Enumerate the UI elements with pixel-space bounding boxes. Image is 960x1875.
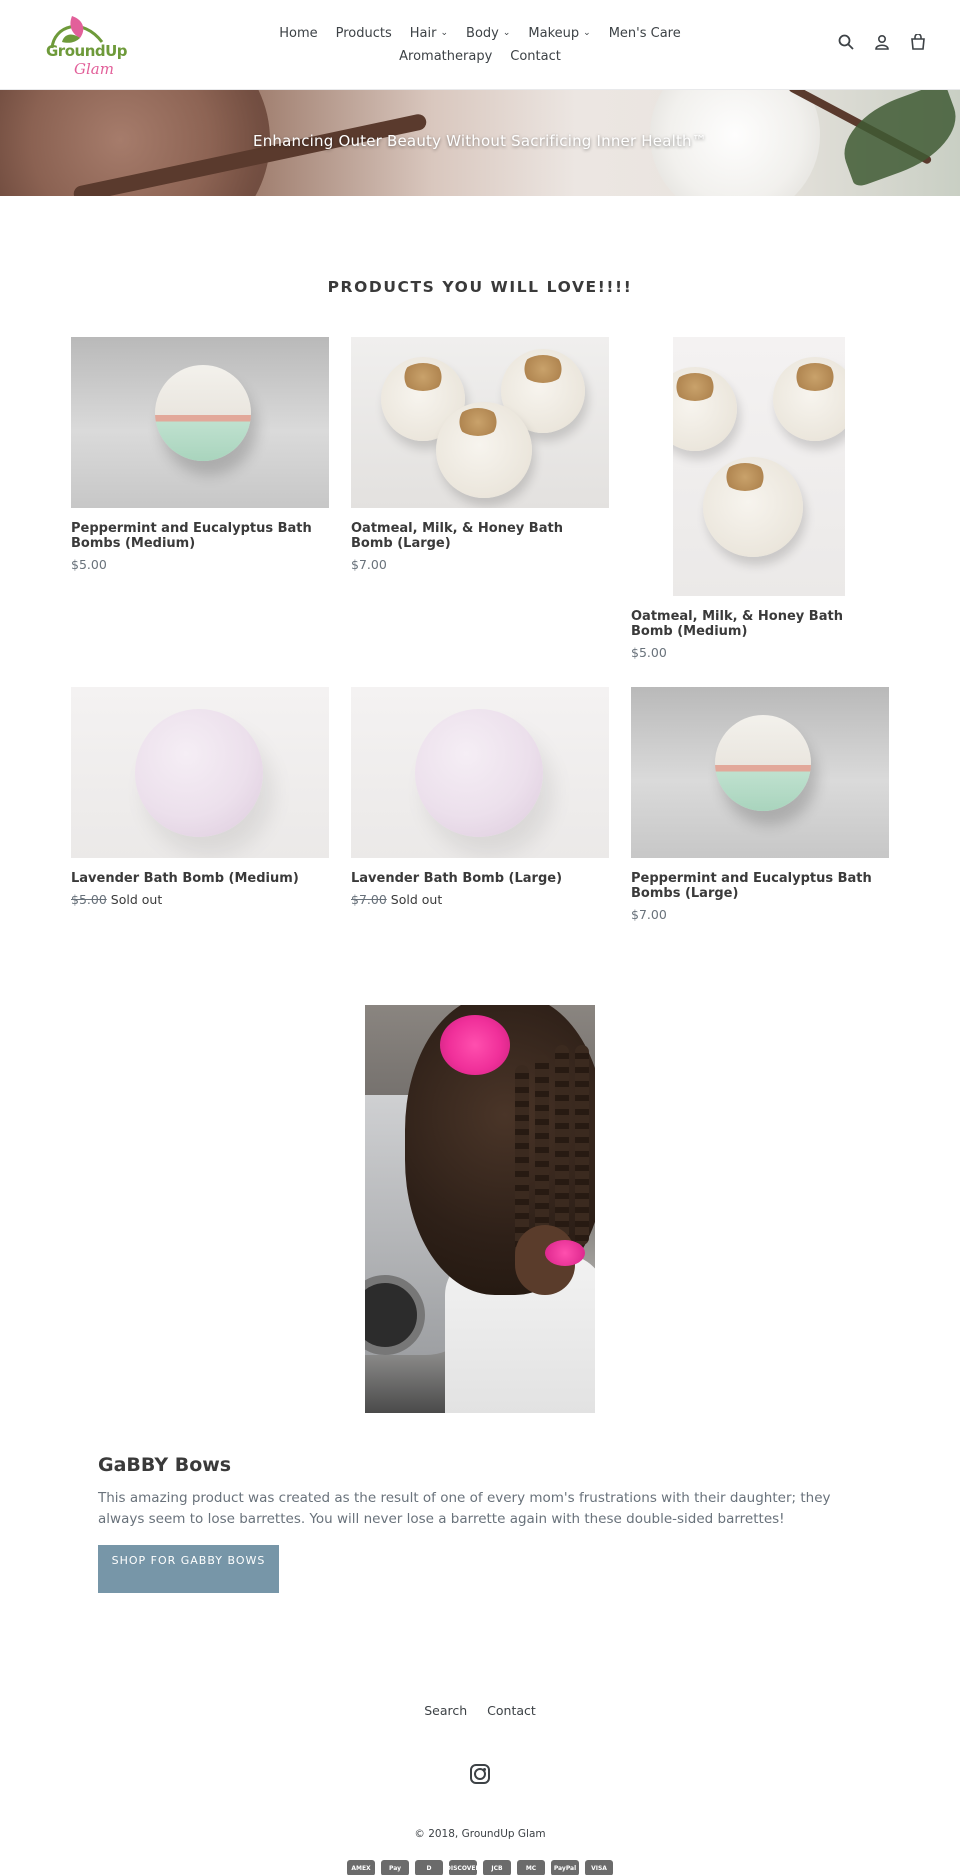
bath-bomb-image	[155, 365, 251, 461]
product-image[interactable]	[71, 687, 329, 858]
hero-tagline: Enhancing Outer Beauty Without Sacrifici…	[253, 132, 707, 150]
product-card[interactable]: Oatmeal, Milk, & Honey Bath Bomb (Large)…	[351, 337, 609, 572]
price-value: $5.00	[71, 557, 107, 572]
nav-item-makeup[interactable]: Makeup ⌄	[528, 22, 590, 45]
instagram-icon[interactable]	[470, 1764, 490, 1784]
nav-label: Hair	[409, 26, 437, 41]
site-header: GroundUp Glam Home Products Hair ⌄ Body ⌄ …	[0, 0, 960, 90]
product-price: $7.00 Sold out	[351, 892, 609, 907]
product-image[interactable]	[351, 687, 609, 858]
section-title: PRODUCTS YOU WILL LOVE!!!!	[327, 278, 633, 296]
bath-bomb-image	[773, 357, 845, 441]
product-card[interactable]: Lavender Bath Bomb (Medium) $5.00 Sold ou…	[71, 687, 329, 907]
diners-club-icon: D	[415, 1860, 443, 1875]
footer-nav: Search Contact	[0, 1703, 960, 1718]
nav-label: Makeup	[528, 26, 580, 41]
nav-item-contact[interactable]: Contact	[510, 45, 561, 68]
nav-item-aromatherapy[interactable]: Aromatherapy	[399, 45, 492, 68]
product-title[interactable]: Oatmeal, Milk, & Honey Bath Bomb (Large)	[351, 521, 609, 551]
compare-price: $5.00	[71, 892, 107, 907]
product-card[interactable]: Peppermint and Eucalyptus Bath Bombs (Me…	[71, 337, 329, 572]
price-value: $5.00	[631, 645, 667, 660]
product-title[interactable]: Oatmeal, Milk, & Honey Bath Bomb (Medium…	[631, 609, 889, 639]
bath-bomb-image	[715, 715, 811, 811]
site-logo[interactable]: GroundUp Glam	[42, 12, 128, 78]
feature-image	[365, 1005, 595, 1413]
account-icon[interactable]	[872, 32, 892, 52]
mastercard-icon: MC	[517, 1860, 545, 1875]
product-title[interactable]: Lavender Bath Bomb (Large)	[351, 871, 609, 886]
product-card[interactable]: Oatmeal, Milk, & Honey Bath Bomb (Medium…	[631, 337, 889, 660]
nav-item-mens-care[interactable]: Men's Care	[609, 22, 681, 45]
nav-label: Men's Care	[608, 26, 681, 41]
nav-item-hair[interactable]: Hair ⌄	[410, 22, 448, 45]
product-card[interactable]: Lavender Bath Bomb (Large) $7.00 Sold out	[351, 687, 609, 907]
nav-label: Aromatherapy	[399, 49, 493, 64]
payment-icons: AMEX Pay D DISCOVER JCB MC PayPal VISA	[0, 1860, 960, 1875]
bath-bomb-image	[673, 367, 737, 451]
photo-decor	[555, 1045, 569, 1245]
discover-icon: DISCOVER	[446, 1860, 480, 1875]
apple-pay-icon: Pay	[381, 1860, 409, 1875]
photo-decor	[575, 1045, 589, 1245]
bath-bomb-image	[703, 457, 803, 557]
bath-bomb-image	[135, 709, 263, 837]
feature-title: GaBBY Bows	[98, 1454, 232, 1476]
copyright-text: © 2018, GroundUp Glam	[414, 1828, 546, 1840]
chevron-down-icon: ⌄	[502, 28, 511, 38]
product-title[interactable]: Lavender Bath Bomb (Medium)	[71, 871, 329, 886]
logo-text-secondary: Glam	[74, 60, 114, 78]
nav-item-body[interactable]: Body ⌄	[466, 22, 510, 45]
product-card[interactable]: Peppermint and Eucalyptus Bath Bombs (La…	[631, 687, 889, 922]
main-nav: Home Products Hair ⌄ Body ⌄ Makeup ⌄ Men's …	[279, 22, 681, 68]
photo-decor	[440, 1015, 510, 1075]
chevron-down-icon: ⌄	[583, 28, 591, 38]
footer-link-contact[interactable]: Contact	[487, 1703, 536, 1718]
nav-item-products[interactable]: Products	[336, 22, 392, 45]
nav-label: Body	[466, 26, 499, 41]
price-value: $7.00	[351, 557, 387, 572]
nav-item-home[interactable]: Home	[279, 22, 317, 45]
compare-price: $7.00	[351, 892, 387, 907]
product-title[interactable]: Peppermint and Eucalyptus Bath Bombs (La…	[631, 871, 889, 901]
product-price: $7.00	[351, 557, 609, 572]
product-price: $5.00 Sold out	[71, 892, 329, 907]
product-image[interactable]	[673, 337, 845, 596]
search-icon[interactable]	[836, 32, 856, 52]
sold-out-label: Sold out	[390, 892, 443, 907]
product-image[interactable]	[351, 337, 609, 508]
product-title[interactable]: Peppermint and Eucalyptus Bath Bombs (Me…	[71, 521, 329, 551]
product-price: $5.00	[71, 557, 329, 572]
jcb-icon: JCB	[483, 1860, 511, 1875]
photo-decor	[545, 1240, 585, 1266]
amex-icon: AMEX	[347, 1860, 375, 1875]
visa-icon: VISA	[585, 1860, 613, 1875]
shop-gabby-bows-button[interactable]: SHOP FOR GABBY BOWS	[98, 1545, 279, 1593]
footer-link-search[interactable]: Search	[424, 1703, 467, 1718]
nav-label: Products	[335, 26, 392, 41]
product-price: $7.00	[631, 907, 889, 922]
bath-bomb-image	[415, 709, 543, 837]
product-image[interactable]	[631, 687, 889, 858]
feature-description: This amazing product was created as the …	[98, 1490, 831, 1527]
header-actions	[836, 32, 928, 52]
product-image[interactable]	[71, 337, 329, 508]
sold-out-label: Sold out	[110, 892, 163, 907]
bath-bomb-image	[436, 402, 532, 498]
paypal-icon: PayPal	[551, 1860, 579, 1875]
nav-label: Home	[279, 26, 318, 41]
logo-text-primary: GroundUp	[46, 42, 128, 60]
product-price: $5.00	[631, 645, 889, 660]
price-value: $7.00	[631, 907, 667, 922]
cart-icon[interactable]	[908, 32, 928, 52]
chevron-down-icon: ⌄	[440, 28, 449, 38]
hero-banner: Enhancing Outer Beauty Without Sacrifici…	[0, 90, 960, 196]
nav-label: Contact	[510, 49, 561, 64]
